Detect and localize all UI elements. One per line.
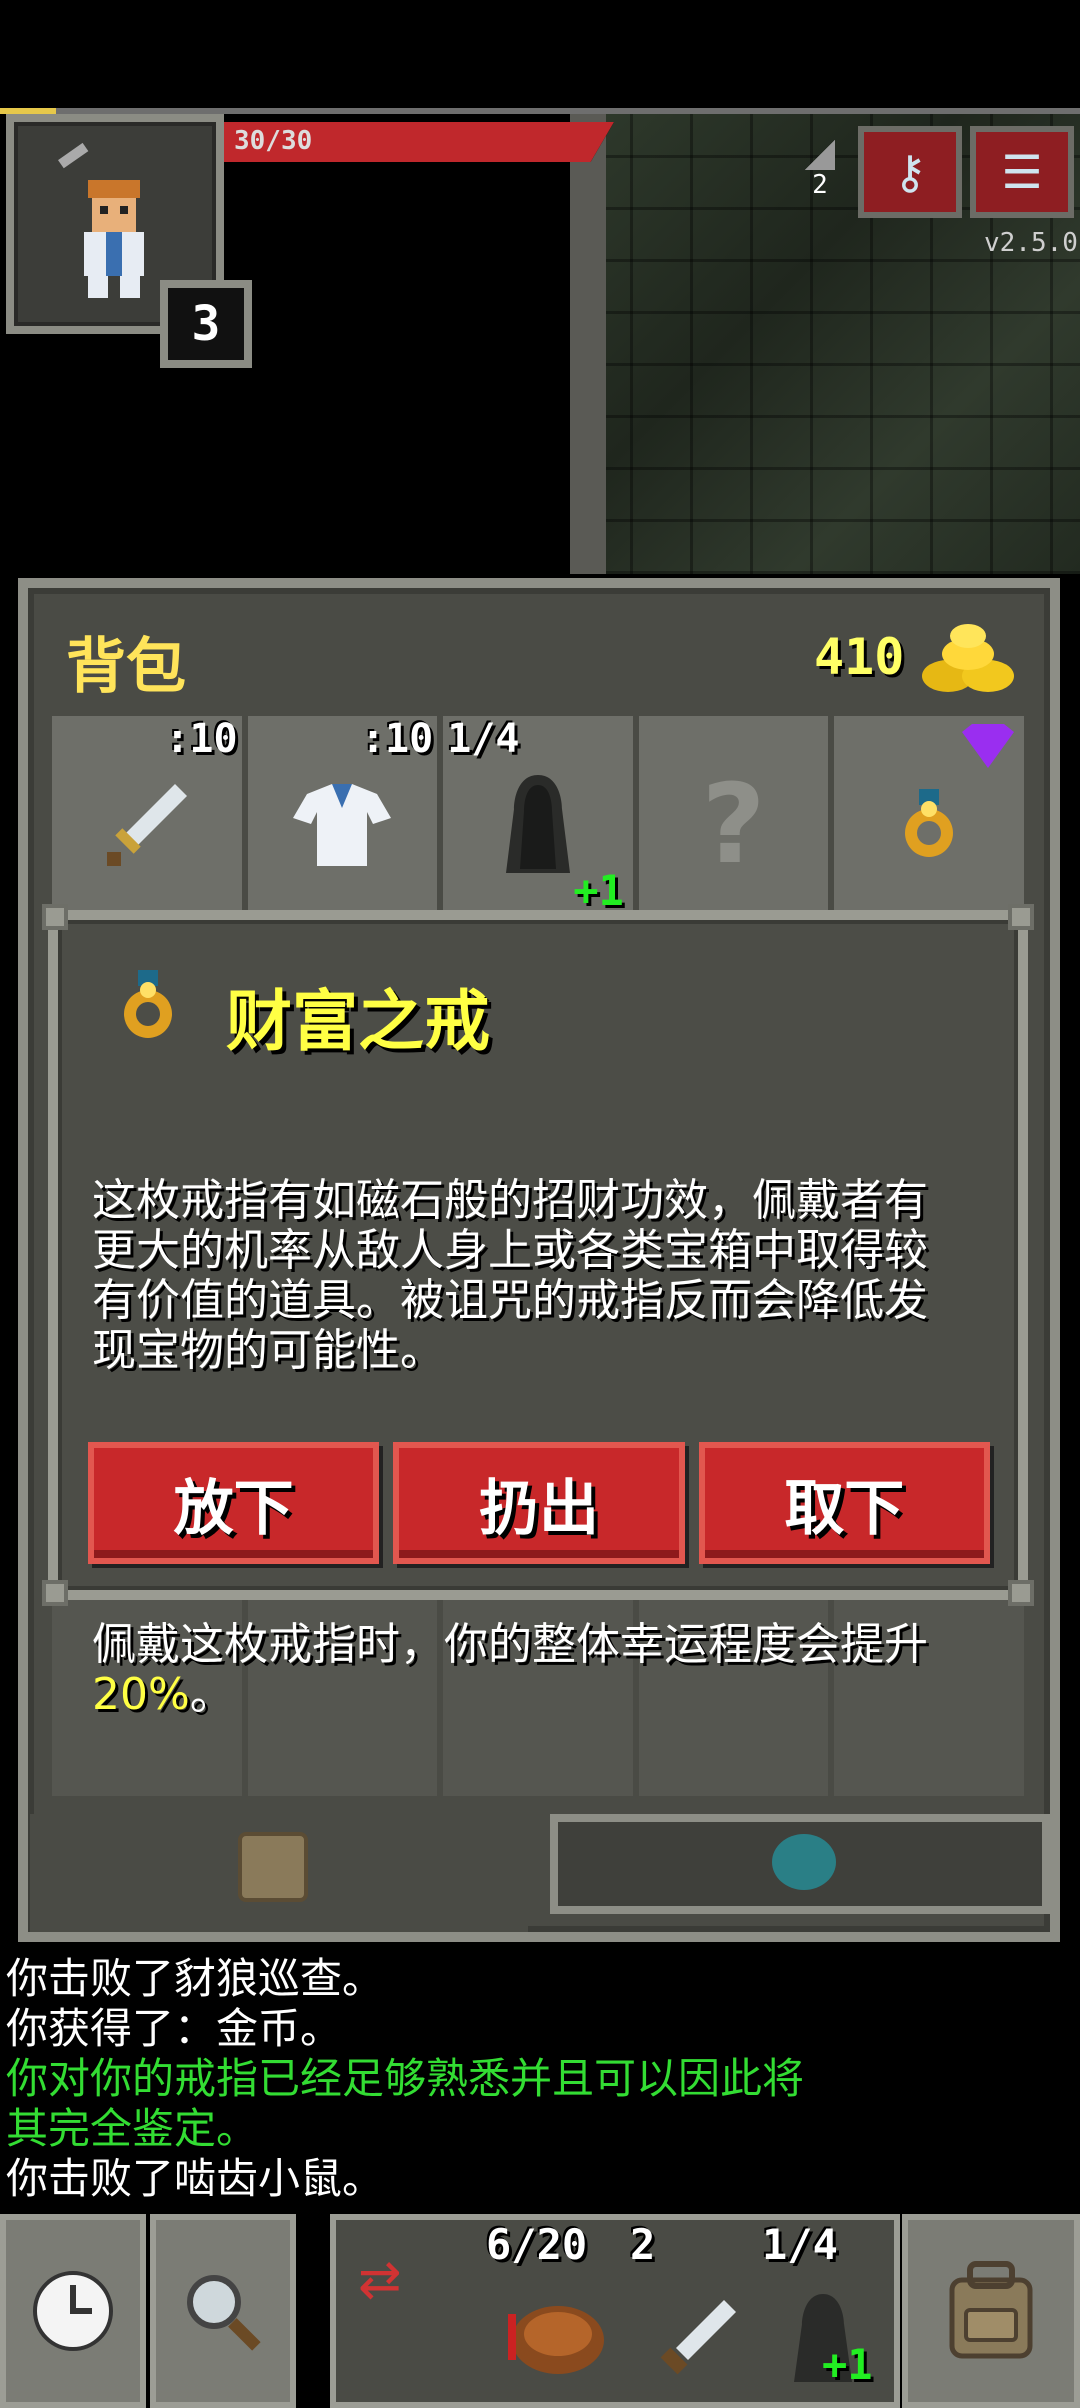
window-corner: [42, 1580, 68, 1606]
item-effect-end: 。: [189, 1669, 234, 1720]
stairs-icon: [805, 140, 835, 170]
food-ration-icon: [508, 2306, 604, 2374]
log-line: 你获得了：金币。: [6, 2004, 343, 2053]
artifact-plus: +1: [573, 866, 624, 915]
quickslot-dagger[interactable]: 2: [628, 2220, 758, 2402]
item-effect-value: 20%: [92, 1669, 190, 1720]
depth-indicator[interactable]: 2: [800, 140, 840, 210]
item-description: 这枚戒指有如磁石般的招财功效，佩戴者有 更大的机率从敌人身上或各类宝箱中取得较 …: [92, 1076, 992, 1770]
log-line: 你击败了啮齿小鼠。: [6, 2154, 385, 2203]
clock-icon: [33, 2271, 113, 2351]
unequip-button[interactable]: 取下: [698, 1442, 990, 1564]
drop-button[interactable]: 放下: [88, 1442, 380, 1564]
item-effect-text: 佩戴这枚戒指时，你的整体幸运程度会提升20%。: [92, 1620, 992, 1720]
quickslot-cloak[interactable]: 1/4 +1: [762, 2220, 892, 2402]
version-label: v2.5.0: [984, 228, 1078, 258]
ring-icon: [905, 789, 954, 857]
magnifier-icon: [187, 2275, 261, 2351]
ring-slot[interactable]: [834, 716, 1024, 916]
dagger-icon: [660, 2300, 736, 2375]
quickslot-bar: ⇄ 6/20 2 1/4 +1: [330, 2214, 900, 2408]
window-corner: [42, 904, 68, 930]
dungeon-wall: [570, 114, 606, 574]
ring-of-wealth-icon: [124, 970, 172, 1038]
food-count: 6/20: [486, 2220, 588, 2269]
window-corner: [1008, 1580, 1034, 1606]
pouch-tab-icon: [772, 1834, 836, 1890]
armor-level: :10: [360, 716, 434, 762]
weapon-slot[interactable]: :10: [52, 716, 242, 916]
item-name: 财富之戒: [226, 983, 490, 1060]
key-icon: ⚷: [893, 145, 927, 199]
artifact-charges: 1/4: [447, 716, 520, 762]
backpack-icon: [949, 2261, 1033, 2359]
depth-number: 2: [812, 170, 828, 200]
backpack-title: 背包: [66, 632, 186, 702]
sword-icon: [106, 784, 187, 866]
gold-count: 410: [814, 628, 905, 686]
weapon-level: :10: [165, 716, 238, 762]
game-log: 你击败了豺狼巡查。 你获得了：金币。 你对你的戒指已经足够熟悉并且可以因此将 其…: [6, 1954, 1076, 2204]
menu-icon: ☰: [1001, 145, 1043, 199]
bag-tabs: [30, 1814, 1050, 1932]
cloth-armor-icon: [293, 784, 392, 866]
cloak-plus: +1: [822, 2340, 873, 2389]
artifact-slot[interactable]: 1/4 +1: [443, 716, 633, 916]
item-actions: 放下 扔出 取下: [88, 1442, 990, 1564]
hp-bar: 30/30: [224, 122, 614, 162]
log-line: 你击败了豺狼巡查。: [6, 1954, 385, 2003]
search-button[interactable]: [150, 2214, 296, 2408]
misc-slot-empty[interactable]: ?: [638, 716, 829, 916]
wait-button[interactable]: [0, 2214, 146, 2408]
cloak-icon: [505, 775, 570, 873]
gold-pile-icon: [922, 624, 1014, 692]
backpack-tab-icon: [238, 1832, 308, 1902]
equipment-row: :10 :10 1/4 +1 ?: [52, 716, 1024, 916]
throw-button[interactable]: 扔出: [393, 1442, 685, 1564]
gem-icon: [961, 724, 1014, 768]
swap-quickslots-icon[interactable]: ⇄: [358, 2250, 402, 2310]
empty-slot-question-icon: ?: [701, 760, 766, 888]
quickslot-food[interactable]: 6/20: [484, 2220, 624, 2402]
item-description-text: 这枚戒指有如磁石般的招财功效，佩戴者有 更大的机率从敌人身上或各类宝箱中取得较 …: [92, 1175, 928, 1376]
backpack-button[interactable]: [902, 2214, 1080, 2408]
item-effect-line: 佩戴这枚戒指时，你的整体幸运程度会提升: [92, 1619, 928, 1670]
dagger-count: 2: [630, 2220, 656, 2269]
log-line: 你对你的戒指已经足够熟悉并且可以因此将 其完全鉴定。: [6, 2054, 805, 2153]
armor-slot[interactable]: :10: [247, 716, 438, 916]
cloak-charges: 1/4: [762, 2220, 838, 2269]
hero-level-badge: 3: [160, 280, 252, 368]
journal-button[interactable]: ⚷: [858, 126, 962, 218]
window-corner: [1008, 904, 1034, 930]
menu-button[interactable]: ☰: [970, 126, 1074, 218]
hp-text: 30/30: [234, 126, 313, 156]
